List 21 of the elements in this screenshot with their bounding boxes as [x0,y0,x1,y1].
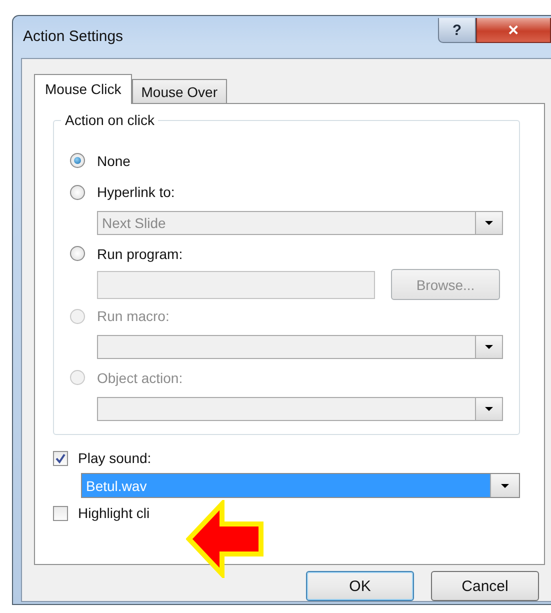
close-button[interactable]: ✕ [476,18,551,43]
radio-button[interactable] [70,153,85,168]
ok-button[interactable]: OK [306,571,414,601]
checkbox[interactable] [53,506,68,520]
option-label: Object action: [97,370,183,386]
checkbox[interactable] [53,450,68,466]
tab[interactable]: Mouse Over [132,79,226,103]
radio-button[interactable] [70,184,85,200]
option-label: Run macro: [97,308,170,324]
dropdown-value: Next Slide [101,214,167,233]
tab[interactable]: Mouse Click [34,74,132,104]
option-label: Hyperlink to: [97,184,175,200]
help-button[interactable]: ? [438,18,476,43]
cancel-button[interactable]: Cancel [431,571,539,601]
radio-button[interactable] [70,246,85,262]
window-title: Action Settings [23,28,124,45]
option-label: Run program: [97,246,183,262]
option-label: None [97,152,130,169]
checkbox-label: Play sound: [78,450,152,466]
checkbox-label: Highlight cli [78,505,150,521]
group-title: Action on click [61,112,158,128]
